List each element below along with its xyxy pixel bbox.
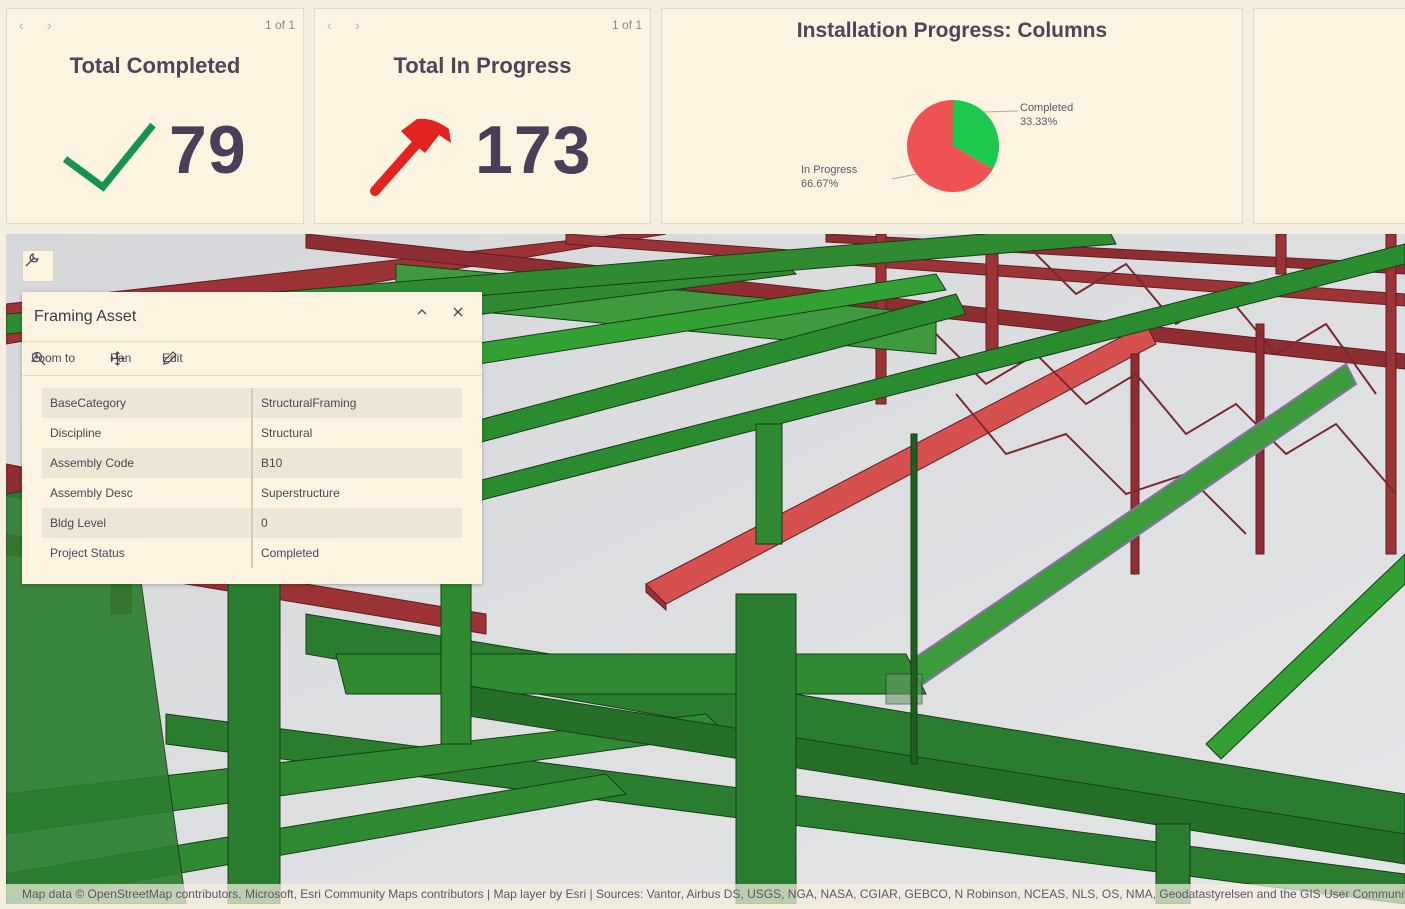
attribute-key: Assembly Desc	[42, 478, 253, 508]
table-row: Assembly Desc Superstructure	[42, 478, 462, 508]
attribute-value: 0	[252, 508, 462, 538]
attribute-value: Structural	[261, 426, 313, 440]
close-button[interactable]	[452, 306, 474, 328]
collapse-button[interactable]	[416, 306, 438, 328]
table-row: Project Status Completed	[42, 538, 462, 568]
wrench-icon	[25, 253, 39, 267]
pencil-icon	[163, 351, 177, 365]
attribute-value: B10	[252, 448, 462, 478]
attribute-key: Discipline	[42, 418, 253, 448]
hammer-icon	[370, 118, 451, 196]
indicator-pager: ‹ › 1 of 1	[325, 17, 642, 35]
pager-count: 1 of 1	[611, 18, 642, 32]
chevron-up-icon	[417, 309, 427, 315]
previous-arrow-icon[interactable]: ‹	[327, 17, 332, 33]
close-icon	[453, 307, 463, 317]
attribute-key: Assembly Code	[42, 448, 253, 478]
checkmark-icon	[62, 122, 156, 192]
feature-popup: Framing Asset Zoom to Pan Edit BaseCateg…	[22, 292, 482, 584]
zoom-to-button[interactable]: Zoom to	[31, 351, 75, 366]
scene-view[interactable]: Framing Asset Zoom to Pan Edit BaseCateg…	[6, 234, 1405, 904]
pie-chart-card: Installation Progress: Columns Completed…	[661, 8, 1243, 224]
attribute-value: StructuralFraming	[252, 388, 462, 418]
dashboard-card-partial	[1253, 8, 1405, 224]
table-row: Discipline Structural	[42, 418, 462, 448]
table-row: Assembly Code B10	[42, 448, 462, 478]
indicator-card-in-progress: ‹ › 1 of 1 Total In Progress 173	[314, 8, 651, 224]
next-arrow-icon[interactable]: ›	[355, 17, 360, 33]
indicator-pager: ‹ › 1 of 1	[17, 17, 295, 35]
indicator-value: 173	[475, 112, 592, 188]
pan-icon	[110, 351, 125, 366]
tools-button[interactable]	[22, 250, 54, 282]
pie-slice-value: 66.67%	[801, 178, 839, 190]
edit-button[interactable]: Edit	[162, 351, 183, 365]
next-arrow-icon[interactable]: ›	[47, 17, 52, 33]
pan-button[interactable]: Pan	[110, 351, 131, 366]
pie-slice-label: Completed	[1020, 102, 1073, 114]
indicator-card-completed: ‹ › 1 of 1 Total Completed 79	[6, 8, 304, 224]
attribute-table: BaseCategory StructuralFraming Disciplin…	[42, 388, 462, 568]
table-row: BaseCategory StructuralFraming	[42, 388, 462, 418]
attribute-key: Project Status	[42, 538, 253, 568]
previous-arrow-icon[interactable]: ‹	[19, 17, 24, 33]
pie-leader-line	[982, 110, 1019, 113]
attribute-key: BaseCategory	[42, 388, 253, 418]
attribute-value: Completed	[261, 546, 320, 560]
indicator-title: Total Completed	[69, 53, 241, 78]
indicator-title: Total In Progress	[393, 53, 572, 78]
popup-header: Framing Asset	[22, 292, 482, 342]
pie-chart: Completed 33.33% In Progress 66.67%	[801, 100, 1073, 193]
attribute-key: Bldg Level	[42, 508, 253, 538]
pager-count: 1 of 1	[264, 18, 295, 32]
pie-slice-value: 33.33%	[1020, 116, 1058, 128]
pie-leader-line	[891, 173, 918, 180]
pie-slice-label: In Progress	[801, 164, 858, 176]
popup-actions: Zoom to Pan Edit	[22, 342, 482, 376]
table-row: Bldg Level 0	[42, 508, 462, 538]
attribute-value: Superstructure	[261, 486, 340, 500]
indicator-value: 79	[169, 112, 247, 188]
map-attribution: Map data © OpenStreetMap contributors, M…	[6, 884, 1405, 904]
popup-title: Framing Asset	[34, 308, 137, 325]
zoom-icon	[31, 351, 46, 366]
